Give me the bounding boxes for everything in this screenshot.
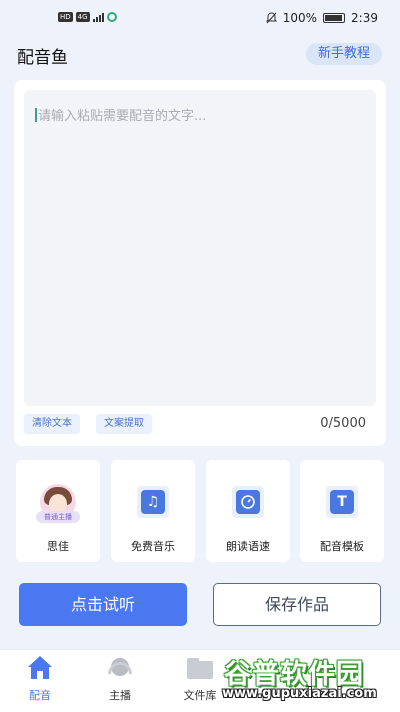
status-right: 100% 2:39 (265, 11, 378, 25)
network-badge: 4G (75, 12, 90, 22)
speed-dial-icon (236, 490, 260, 514)
watermark-logo: 谷普软件园 www.gupuxiazai.com (218, 652, 394, 706)
nav-item-dubbing[interactable]: 配音 (5, 656, 75, 703)
character-counter: 0/5000 (320, 416, 366, 431)
extract-text-button[interactable]: 文案提取 (96, 414, 152, 434)
free-music-label: 免费音乐 (131, 540, 175, 553)
anchor-tag: 普通主播 (36, 511, 80, 523)
save-work-button[interactable]: 保存作品 (213, 583, 381, 626)
text-cursor (35, 108, 37, 122)
battery-percent: 100% (282, 11, 318, 25)
nav-item-anchors[interactable]: 主播 (85, 656, 155, 703)
app-title: 配音鱼 (17, 48, 68, 68)
mute-bell-icon (265, 12, 277, 24)
clear-text-button[interactable]: 清除文本 (24, 414, 80, 434)
music-note-icon: ♫ (141, 490, 165, 514)
text-template-icon: T (330, 490, 354, 514)
headset-icon (105, 656, 135, 682)
app-notification-icon (106, 12, 117, 22)
anchor-name: 思佳 (47, 540, 69, 553)
signal-icon (92, 12, 104, 22)
voice-template-card[interactable]: T 配音模板 (300, 460, 384, 562)
reading-speed-card[interactable]: 朗读语速 (206, 460, 290, 562)
tutorial-button[interactable]: 新手教程 (305, 43, 382, 65)
status-bar: HD 4G 100% 2:39 (0, 0, 400, 36)
status-left: HD 4G (58, 12, 117, 22)
tool-grid: 普通主播 思佳 ♫ 免费音乐 朗读语速 T 配音模板 (16, 460, 386, 562)
editor-card: 请输入粘贴需要配音的文字... 清除文本 文案提取 0/5000 (14, 80, 386, 446)
hd-badge: HD (58, 12, 73, 22)
voice-template-label: 配音模板 (320, 540, 364, 553)
voice-anchor-card[interactable]: 普通主播 思佳 (16, 460, 100, 562)
nav-label: 配音 (29, 689, 51, 702)
text-input-placeholder: 请输入粘贴需要配音的文字... (38, 109, 207, 124)
clock: 2:39 (351, 11, 378, 25)
nav-label: 主播 (109, 689, 131, 702)
folder-icon (185, 656, 215, 682)
home-icon (25, 656, 55, 682)
watermark-url: www.gupuxiazai.com (222, 686, 377, 701)
text-input-area[interactable]: 请输入粘贴需要配音的文字... (24, 90, 376, 406)
battery-icon (323, 13, 346, 23)
reading-speed-label: 朗读语速 (226, 540, 270, 553)
listen-button[interactable]: 点击试听 (19, 583, 187, 626)
free-music-card[interactable]: ♫ 免费音乐 (111, 460, 195, 562)
